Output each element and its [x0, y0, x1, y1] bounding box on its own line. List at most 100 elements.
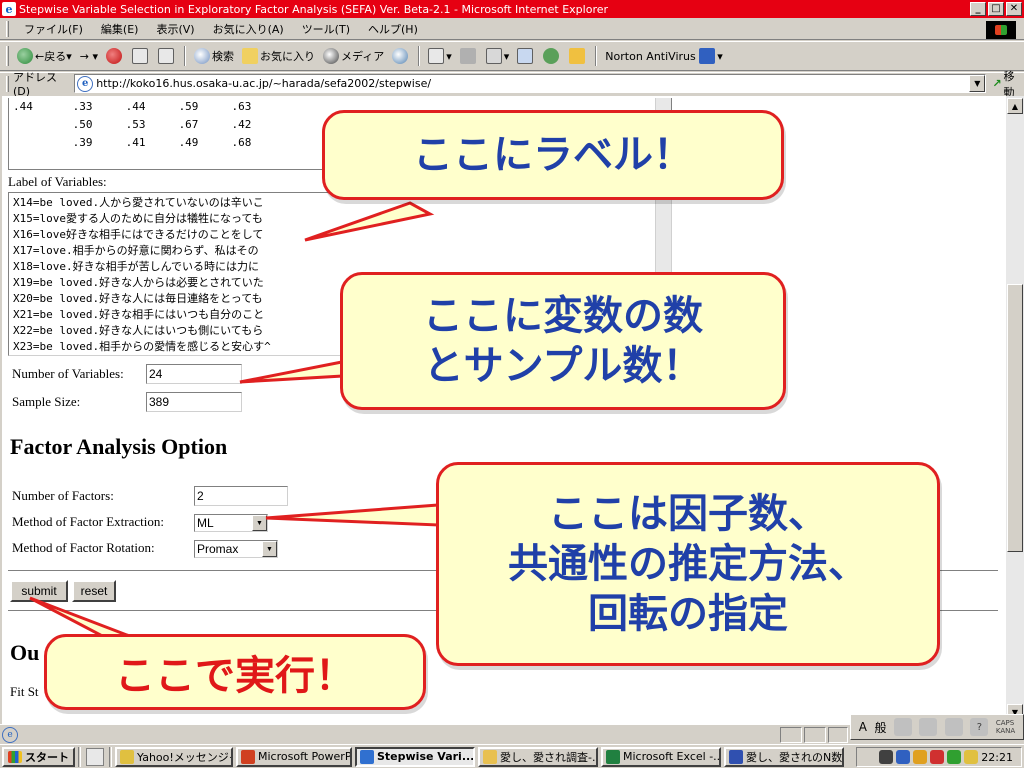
forward-button[interactable]: → ▾	[76, 45, 102, 67]
maximize-button[interactable]: □	[988, 2, 1004, 16]
folder-icon	[483, 749, 497, 764]
chevron-down-icon[interactable]: ▼	[262, 541, 277, 557]
address-url[interactable]: http://koko16.hus.osaka-u.ac.jp/~harada/…	[96, 77, 431, 90]
stop-icon	[106, 48, 122, 64]
status-pane	[804, 727, 826, 743]
clock[interactable]: 22:21	[981, 751, 1013, 764]
stop-button[interactable]	[102, 45, 128, 67]
sample-size-input[interactable]: 389	[146, 392, 242, 412]
excel-icon	[606, 749, 620, 764]
task-folder[interactable]: 愛し、愛され調査-...	[478, 746, 598, 767]
pen-icon[interactable]	[879, 750, 894, 764]
task-word[interactable]: 愛し、愛されのN数...	[724, 746, 844, 767]
toolbar-grip[interactable]	[6, 75, 9, 92]
ie-icon[interactable]: e	[2, 2, 16, 16]
label-callout-text: ここにラベル！	[413, 132, 693, 178]
ime-input-mode[interactable]: A	[859, 720, 867, 734]
ime-conversion-mode[interactable]: 般	[874, 719, 886, 736]
refresh-icon	[132, 48, 148, 64]
taskbar-separator	[109, 746, 112, 767]
toolbar-grip[interactable]	[6, 46, 9, 66]
search-button[interactable]: 検索	[190, 45, 238, 67]
norton-icon	[699, 48, 716, 64]
start-button[interactable]: スタート	[2, 746, 75, 767]
tray-app-icon[interactable]	[913, 750, 928, 764]
messenger-button[interactable]	[539, 45, 565, 67]
back-arrow-icon	[17, 48, 33, 64]
windows-logo-icon	[986, 21, 1016, 39]
help-icon[interactable]: ?	[970, 718, 989, 736]
scroll-up-button[interactable]: ▲	[1007, 98, 1023, 114]
window-title: Stepwise Variable Selection in Explorato…	[19, 2, 609, 16]
run-callout-text: ここで実行！	[115, 653, 355, 699]
task-label: Microsoft Excel -...	[623, 750, 721, 763]
task-label: 愛し、愛され調査-...	[500, 750, 598, 764]
number-of-variables-input[interactable]: 24	[146, 364, 242, 384]
factor-callout-line3: 回転の指定	[588, 591, 788, 637]
edit-button[interactable]: ▾	[482, 45, 514, 67]
task-label: Microsoft PowerP...	[258, 750, 352, 763]
home-icon	[158, 48, 174, 64]
antivirus-tray-icon[interactable]	[930, 750, 945, 764]
title-bar[interactable]: e Stepwise Variable Selection in Explora…	[0, 0, 1024, 18]
task-label: Yahoo!メッセンジャー	[137, 750, 231, 764]
menu-view[interactable]: 表示(V)	[147, 21, 203, 37]
print-button[interactable]	[456, 45, 482, 67]
reset-button[interactable]: reset	[72, 580, 116, 602]
page-scrollbar[interactable]: ▲ ▼	[1006, 96, 1024, 724]
ime-pad-icon[interactable]	[893, 718, 912, 736]
factor-rotation-value: Promax	[197, 542, 239, 556]
menu-edit[interactable]: 編集(E)	[92, 21, 148, 37]
minimize-button[interactable]: _	[970, 2, 986, 16]
discuss-button[interactable]	[513, 45, 539, 67]
media-icon	[323, 48, 339, 64]
mail-button[interactable]: ▾	[424, 45, 456, 67]
scrollbar-thumb[interactable]	[1007, 284, 1023, 552]
address-dropdown-button[interactable]: ▼	[969, 75, 986, 92]
sample-size-label: Sample Size:	[12, 394, 81, 409]
task-powerpoint[interactable]: Microsoft PowerP...	[236, 746, 352, 767]
chevron-down-icon[interactable]: ▼	[252, 515, 267, 531]
factor-extraction-select[interactable]: ML ▼	[194, 514, 268, 532]
norton-label: Norton AntiVirus	[605, 49, 696, 63]
vars-callout-line2: とサンプル数！	[423, 343, 703, 389]
home-button[interactable]	[154, 45, 180, 67]
task-stepwise-ie[interactable]: Stepwise Vari...	[355, 746, 475, 767]
back-button[interactable]: ← 戻る ▾	[13, 45, 76, 67]
menu-favorites[interactable]: お気に入り(A)	[204, 21, 293, 37]
menu-tools[interactable]: ツール(T)	[293, 21, 359, 37]
close-button[interactable]: ✕	[1006, 2, 1022, 16]
history-button[interactable]	[388, 45, 414, 67]
media-button[interactable]: メディア	[319, 45, 388, 67]
messenger-tray-icon[interactable]	[964, 750, 979, 764]
address-bar: アドレス(D) e http://koko16.hus.osaka-u.ac.j…	[0, 70, 1024, 99]
show-desktop-icon[interactable]	[86, 747, 104, 766]
vars-callout: ここに変数の数 とサンプル数！	[340, 272, 786, 410]
ime-toolbar[interactable]: A 般 ? CAPS KANA	[850, 714, 1024, 740]
mail-icon	[428, 48, 445, 64]
toolbar-grip[interactable]	[6, 21, 9, 37]
submit-button[interactable]: submit	[10, 580, 68, 602]
factor-rotation-select[interactable]: Promax ▼	[194, 540, 278, 558]
go-button[interactable]: ↗ 移動	[992, 68, 1024, 100]
favorites-button[interactable]: お気に入り	[238, 45, 319, 67]
ime-dictionary-icon[interactable]	[919, 718, 938, 736]
norton-antivirus-button[interactable]: Norton AntiVirus ▾	[601, 45, 726, 67]
start-label: スタート	[25, 750, 69, 764]
number-of-factors-input[interactable]: 2	[194, 486, 288, 506]
yahoo-button[interactable]	[565, 45, 591, 67]
menu-help[interactable]: ヘルプ(H)	[359, 21, 427, 37]
network-icon[interactable]	[947, 750, 962, 764]
ime-tool-icon[interactable]	[944, 718, 963, 736]
back-label: 戻る	[44, 50, 67, 63]
status-pane	[780, 727, 802, 743]
task-yahoo-messenger[interactable]: Yahoo!メッセンジャー	[115, 746, 233, 767]
task-excel[interactable]: Microsoft Excel -...	[601, 746, 721, 767]
address-input[interactable]: e http://koko16.hus.osaka-u.ac.jp/~harad…	[74, 74, 987, 93]
volume-icon[interactable]	[896, 750, 911, 764]
refresh-button[interactable]	[128, 45, 154, 67]
vars-callout-line1: ここに変数の数	[423, 293, 703, 339]
label-of-variables-label: Label of Variables:	[8, 174, 107, 189]
factor-callout: ここは因子数、 共通性の推定方法、 回転の指定	[436, 462, 940, 666]
menu-file[interactable]: ファイル(F)	[15, 21, 92, 37]
